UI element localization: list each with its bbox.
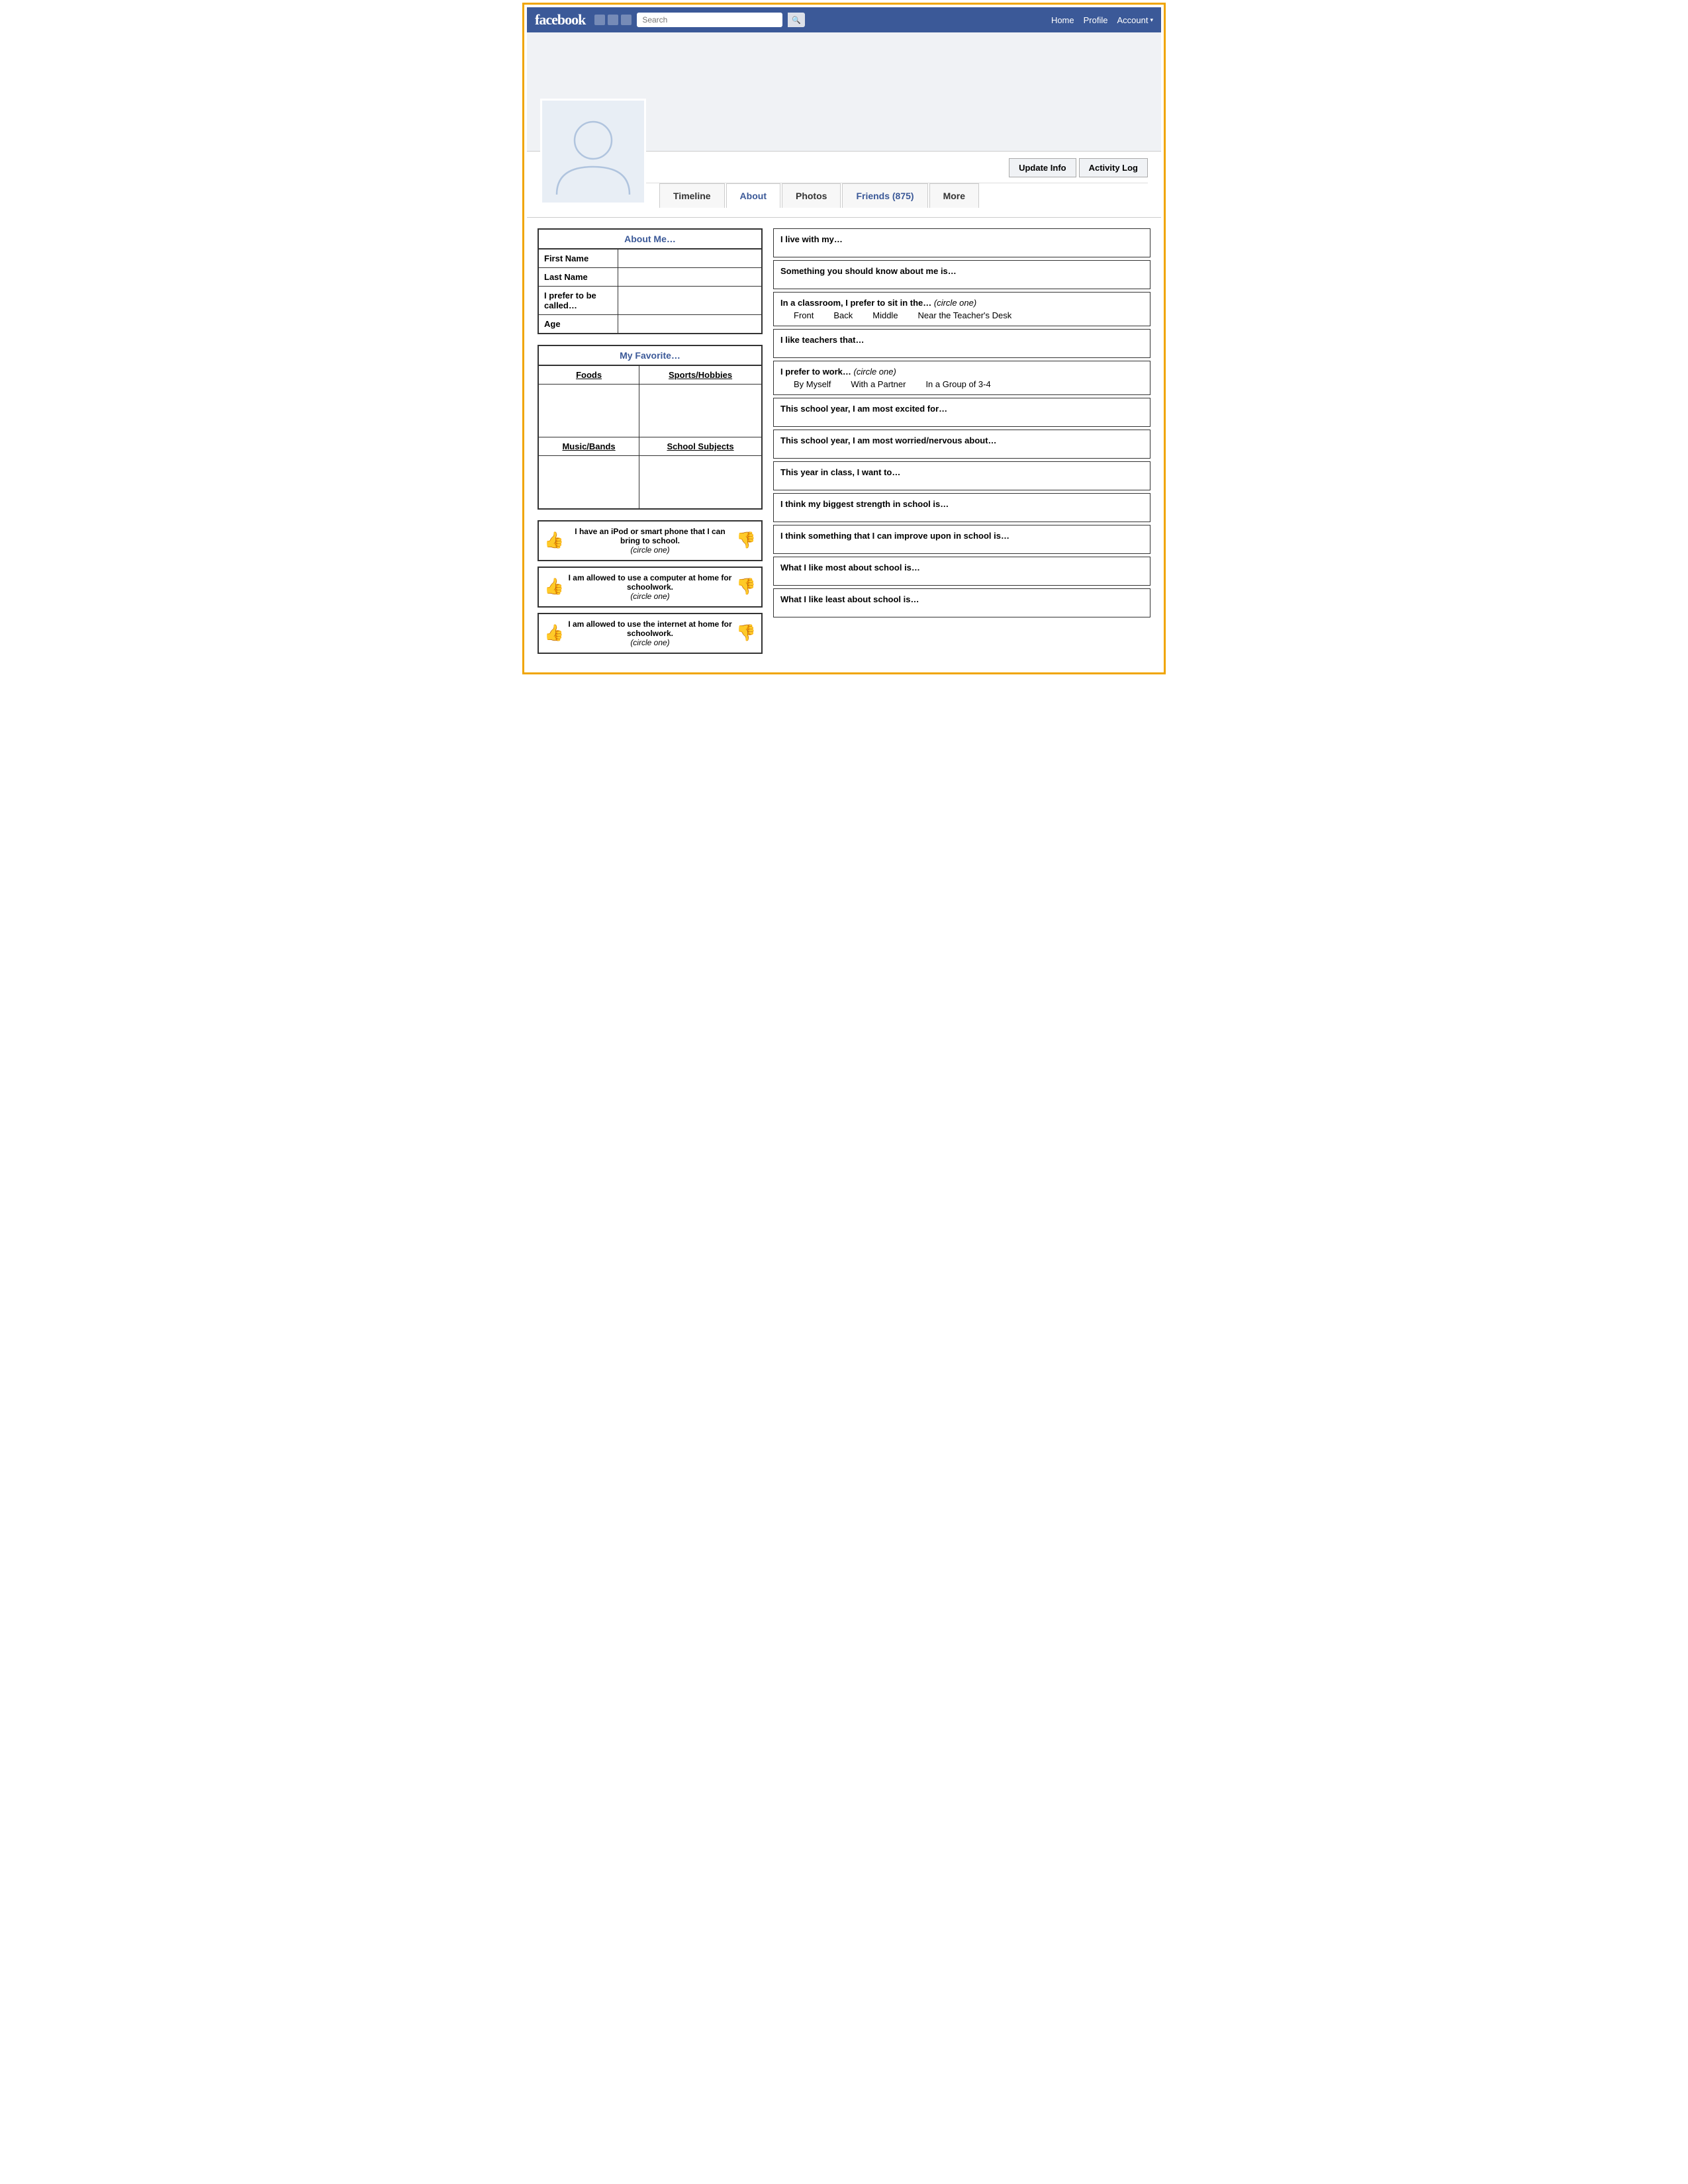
option-group: In a Group of 3-4	[925, 379, 990, 389]
q-like-least: What I like least about school is…	[773, 588, 1150, 617]
navbar-right: Home Profile Account ▾	[1051, 15, 1153, 25]
preferred-name-value[interactable]	[618, 287, 762, 315]
q-excited-for: This school year, I am most excited for…	[773, 398, 1150, 427]
table-row	[538, 456, 762, 509]
q-sit-in-classroom: In a classroom, I prefer to sit in the… …	[773, 292, 1150, 326]
profile-tabs: Timeline About Photos Friends (875) More	[646, 183, 1148, 208]
table-row: Last Name	[538, 268, 762, 287]
message-icon[interactable]	[608, 15, 618, 25]
tab-timeline[interactable]: Timeline	[659, 183, 725, 208]
home-link[interactable]: Home	[1051, 15, 1074, 25]
work-options: By Myself With a Partner In a Group of 3…	[780, 377, 1143, 389]
school-subjects-content[interactable]	[639, 456, 762, 509]
q-want-to: This year in class, I want to…	[773, 461, 1150, 490]
thumbs-up-icon-2: 👍	[544, 577, 564, 596]
internet-text: I am allowed to use the internet at home…	[568, 619, 732, 647]
table-row: I prefer to be called…	[538, 287, 762, 315]
notification-icon[interactable]	[621, 15, 632, 25]
account-menu[interactable]: Account ▾	[1117, 15, 1153, 25]
thumbs-down-icon-1: 👎	[736, 531, 756, 550]
update-info-button[interactable]: Update Info	[1009, 158, 1076, 177]
facebook-logo: facebook	[535, 11, 585, 28]
navbar: facebook 🔍 Home Profile Account ▾	[527, 7, 1161, 32]
about-me-table: About Me… First Name Last Name I prefer …	[538, 228, 763, 334]
q-live-with: I live with my…	[773, 228, 1150, 257]
computer-circle-box: 👍 I am allowed to use a computer at home…	[538, 567, 763, 608]
table-row: Music/Bands School Subjects	[538, 437, 762, 456]
search-input[interactable]	[637, 13, 782, 27]
q-prefer-work: I prefer to work… (circle one) By Myself…	[773, 361, 1150, 395]
preferred-name-label: I prefer to be called…	[538, 287, 618, 315]
activity-log-button[interactable]: Activity Log	[1079, 158, 1148, 177]
favorites-table: My Favorite… Foods Sports/Hobbies Music/…	[538, 345, 763, 510]
right-column: I live with my… Something you should kno…	[773, 228, 1150, 659]
q-something-to-know: Something you should know about me is…	[773, 260, 1150, 289]
age-value[interactable]	[618, 315, 762, 334]
thumbs-up-icon-1: 👍	[544, 531, 564, 550]
sports-content[interactable]	[639, 385, 762, 437]
q-biggest-strength: I think my biggest strength in school is…	[773, 493, 1150, 522]
option-middle: Middle	[872, 310, 898, 320]
q-like-most: What I like most about school is…	[773, 557, 1150, 586]
thumbs-down-icon-2: 👎	[736, 577, 756, 596]
music-content[interactable]	[538, 456, 639, 509]
account-arrow: ▾	[1150, 17, 1153, 24]
q-like-teachers: I like teachers that…	[773, 329, 1150, 358]
profile-link[interactable]: Profile	[1084, 15, 1108, 25]
avatar	[540, 99, 646, 205]
left-column: About Me… First Name Last Name I prefer …	[538, 228, 763, 659]
q-worried-about: This school year, I am most worried/nerv…	[773, 430, 1150, 459]
music-bands-header: Music/Bands	[538, 437, 639, 456]
option-near-desk: Near the Teacher's Desk	[918, 310, 1012, 320]
friend-request-icon[interactable]	[594, 15, 605, 25]
ipod-text: I have an iPod or smart phone that I can…	[568, 527, 732, 555]
search-button[interactable]: 🔍	[788, 13, 805, 27]
sit-options: Front Back Middle Near the Teacher's Des…	[780, 308, 1143, 320]
foods-content[interactable]	[538, 385, 639, 437]
first-name-value[interactable]	[618, 249, 762, 268]
option-front: Front	[794, 310, 814, 320]
thumbs-down-icon-3: 👎	[736, 623, 756, 643]
navbar-icon-group	[594, 15, 632, 25]
option-back: Back	[833, 310, 853, 320]
profile-section: Update Info Activity Log Timeline About …	[527, 152, 1161, 218]
main-content: About Me… First Name Last Name I prefer …	[527, 218, 1161, 670]
tab-friends[interactable]: Friends (875)	[842, 183, 927, 208]
last-name-value[interactable]	[618, 268, 762, 287]
table-row: Foods Sports/Hobbies	[538, 365, 762, 385]
foods-header: Foods	[538, 365, 639, 385]
option-with-partner: With a Partner	[851, 379, 906, 389]
ipod-circle-box: 👍 I have an iPod or smart phone that I c…	[538, 520, 763, 561]
age-label: Age	[538, 315, 618, 334]
table-row: First Name	[538, 249, 762, 268]
sports-hobbies-header: Sports/Hobbies	[639, 365, 762, 385]
tab-more[interactable]: More	[929, 183, 979, 208]
internet-circle-box: 👍 I am allowed to use the internet at ho…	[538, 613, 763, 654]
thumbs-up-icon-3: 👍	[544, 623, 564, 643]
q-improve-upon: I think something that I can improve upo…	[773, 525, 1150, 554]
computer-text: I am allowed to use a computer at home f…	[568, 573, 732, 601]
table-row: Age	[538, 315, 762, 334]
favorites-title: My Favorite…	[538, 345, 762, 365]
tab-about[interactable]: About	[726, 183, 780, 208]
about-me-title: About Me…	[538, 229, 762, 249]
first-name-label: First Name	[538, 249, 618, 268]
school-subjects-header: School Subjects	[639, 437, 762, 456]
tab-photos[interactable]: Photos	[782, 183, 841, 208]
option-by-myself: By Myself	[794, 379, 831, 389]
table-row	[538, 385, 762, 437]
last-name-label: Last Name	[538, 268, 618, 287]
